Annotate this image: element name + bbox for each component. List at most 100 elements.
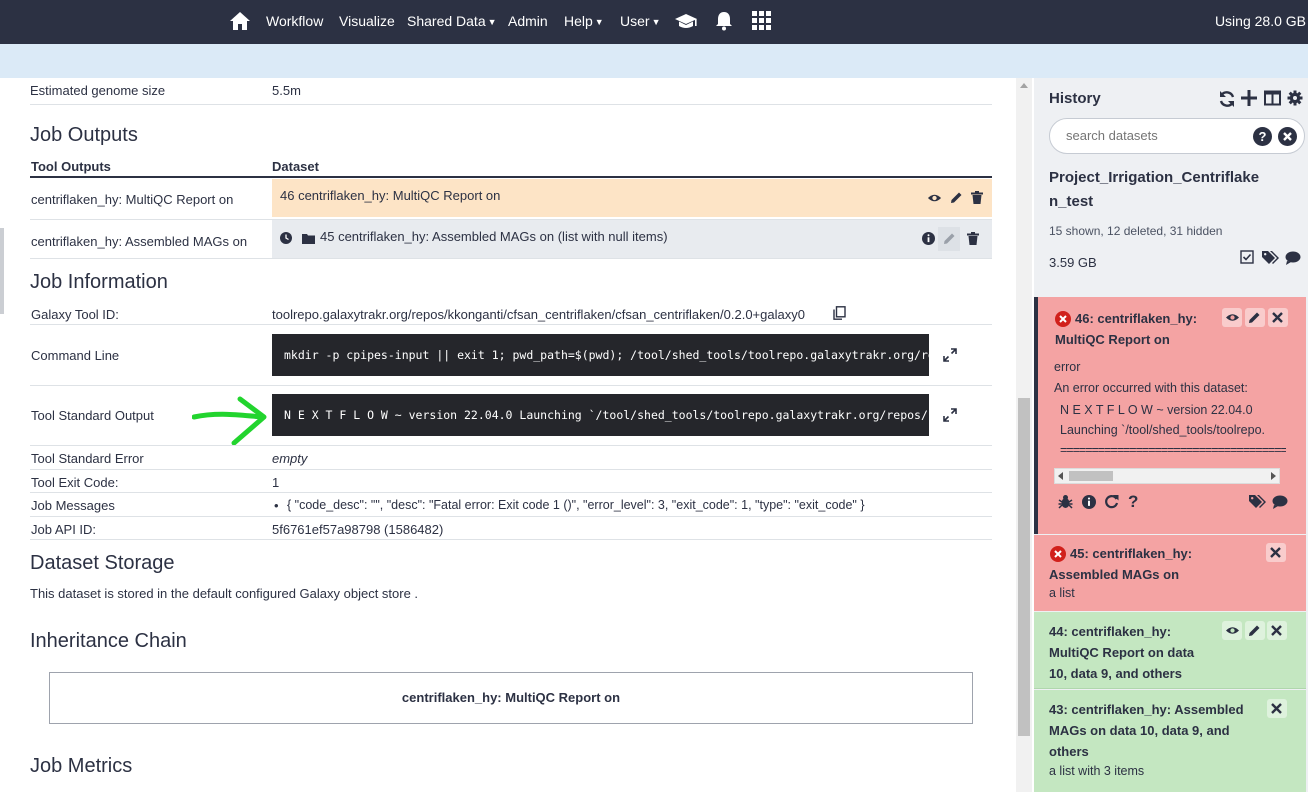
- message-bar: [0, 44, 1308, 78]
- nav-shared-data-label: Shared Data: [407, 13, 486, 29]
- peek-line: Launching `/tool/shed_tools/toolrepo.: [1060, 423, 1266, 437]
- quota-usage[interactable]: Using 28.0 GB: [1215, 0, 1306, 44]
- copy-icon[interactable]: [833, 306, 846, 325]
- svg-text:?: ?: [1259, 129, 1267, 144]
- peek-scrollbar[interactable]: [1054, 468, 1280, 484]
- dataset-subtitle: a list with 3 items: [1049, 764, 1145, 778]
- scrollbar-thumb[interactable]: [1069, 471, 1113, 481]
- pencil-icon[interactable]: [1245, 308, 1265, 327]
- home-icon[interactable]: [229, 11, 251, 36]
- history-name[interactable]: Project_Irrigation_Centriflaken_test: [1049, 166, 1264, 214]
- col-dataset: Dataset: [272, 159, 319, 174]
- graduation-cap-icon[interactable]: [674, 13, 698, 36]
- folder-icon: [302, 232, 316, 246]
- delete-icon[interactable]: [1267, 621, 1287, 640]
- divider: [30, 516, 992, 517]
- history-dataset-46[interactable]: 46: centriflaken_hy: MultiQC Report on e…: [1034, 297, 1306, 534]
- dataset-peek: N E X T F L O W ~ version 22.04.0 Launch…: [1054, 400, 1286, 484]
- job-messages-label: Job Messages: [31, 498, 115, 513]
- center-scrollbar[interactable]: [1016, 78, 1032, 792]
- output-dataset-row[interactable]: 46 centriflaken_hy: MultiQC Report on: [272, 179, 992, 217]
- bug-icon[interactable]: [1058, 494, 1073, 514]
- expand-icon[interactable]: [943, 408, 957, 422]
- history-dataset-44[interactable]: 44: centriflaken_hy: MultiQC Report on d…: [1034, 612, 1306, 689]
- nav-shared-data[interactable]: Shared Data ▼: [407, 0, 497, 44]
- left-panel-edge[interactable]: [0, 228, 4, 314]
- history-dataset-43[interactable]: 43: centriflaken_hy: Assembled MAGs on d…: [1034, 690, 1306, 792]
- nav-user[interactable]: User ▼: [620, 0, 660, 44]
- gear-icon[interactable]: [1287, 90, 1305, 108]
- tags-icon[interactable]: [1262, 250, 1282, 268]
- dataset-title[interactable]: 44: centriflaken_hy: MultiQC Report on d…: [1049, 621, 1209, 684]
- pencil-icon[interactable]: [938, 227, 960, 251]
- eye-icon[interactable]: [1222, 308, 1242, 327]
- divider: [30, 469, 992, 470]
- eye-icon[interactable]: [1222, 621, 1242, 640]
- question-icon[interactable]: ?: [1128, 492, 1138, 512]
- help-icon[interactable]: ?: [1253, 127, 1272, 151]
- clear-icon[interactable]: [1278, 127, 1297, 151]
- clock-icon: [280, 232, 294, 246]
- pencil-icon[interactable]: [950, 191, 964, 205]
- genome-size-value: 5.5m: [272, 83, 301, 98]
- dataset-title[interactable]: 46: centriflaken_hy: MultiQC Report on: [1055, 308, 1215, 350]
- trash-icon[interactable]: [967, 232, 981, 246]
- info-icon[interactable]: [922, 232, 936, 246]
- output-dataset-title[interactable]: 45 centriflaken_hy: Assembled MAGs on (l…: [320, 229, 668, 244]
- expand-icon[interactable]: [943, 348, 957, 362]
- columns-icon[interactable]: [1264, 90, 1282, 108]
- divider: [30, 324, 992, 325]
- comment-icon[interactable]: [1272, 495, 1292, 513]
- nav-visualize[interactable]: Visualize: [339, 0, 395, 44]
- delete-icon[interactable]: [1266, 543, 1286, 562]
- output-name: centriflaken_hy: MultiQC Report on: [31, 192, 234, 207]
- job-messages-value: { "code_desc": "", "desc": "Fatal error:…: [287, 498, 865, 512]
- stderr-label: Tool Standard Error: [31, 451, 144, 466]
- scrollbar-thumb[interactable]: [1018, 398, 1030, 736]
- delete-icon[interactable]: [1268, 308, 1288, 327]
- info-icon[interactable]: [1082, 495, 1096, 514]
- pencil-icon[interactable]: [1245, 621, 1265, 640]
- select-items-icon[interactable]: [1240, 250, 1260, 268]
- genome-size-label: Estimated genome size: [30, 83, 166, 98]
- comment-icon[interactable]: [1285, 251, 1305, 269]
- dataset-error-message: An error occurred with this dataset:: [1054, 381, 1248, 395]
- dataset-title[interactable]: 43: centriflaken_hy: Assembled MAGs on d…: [1049, 699, 1254, 762]
- dataset-subtitle: a list: [1049, 586, 1075, 600]
- plus-icon[interactable]: [1241, 90, 1259, 108]
- delete-icon[interactable]: [1267, 699, 1287, 718]
- inheritance-item[interactable]: centriflaken_hy: MultiQC Report on: [49, 672, 973, 724]
- eye-icon[interactable]: [927, 191, 942, 205]
- history-size[interactable]: 3.59 GB: [1049, 255, 1097, 270]
- dataset-title[interactable]: 45: centriflaken_hy: Assembled MAGs on: [1049, 543, 1249, 585]
- tool-id-value: toolrepo.galaxytrakr.org/repos/kkonganti…: [272, 307, 805, 322]
- output-dataset-row[interactable]: 45 centriflaken_hy: Assembled MAGs on (l…: [272, 220, 992, 258]
- nav-admin[interactable]: Admin: [508, 0, 548, 44]
- job-api-label: Job API ID:: [31, 522, 97, 537]
- divider: [30, 492, 992, 493]
- scroll-right-arrow[interactable]: [1271, 472, 1276, 480]
- col-tool-outputs: Tool Outputs: [31, 159, 111, 174]
- nav-help-label: Help: [564, 13, 593, 29]
- scroll-up-arrow[interactable]: [1020, 83, 1028, 88]
- rerun-icon[interactable]: [1104, 494, 1119, 514]
- scroll-left-arrow[interactable]: [1058, 472, 1063, 480]
- stdout-box[interactable]: N E X T F L O W ~ version 22.04.0 Launch…: [272, 394, 929, 436]
- nav-workflow[interactable]: Workflow: [266, 0, 323, 44]
- bell-icon[interactable]: [715, 11, 733, 36]
- output-dataset-title[interactable]: 46 centriflaken_hy: MultiQC Report on: [280, 188, 500, 203]
- dataset-storage-heading: Dataset Storage: [30, 552, 175, 574]
- history-dataset-45[interactable]: 45: centriflaken_hy: Assembled MAGs on a…: [1034, 535, 1306, 611]
- divider: [30, 445, 992, 446]
- grid-icon[interactable]: [752, 11, 771, 35]
- search-input[interactable]: [1066, 128, 1246, 143]
- search-datasets-field[interactable]: ?: [1049, 118, 1305, 154]
- trash-icon[interactable]: [971, 191, 985, 205]
- command-line-box[interactable]: mkdir -p cpipes-input || exit 1; pwd_pat…: [272, 334, 929, 376]
- nav-help[interactable]: Help ▼: [564, 0, 604, 44]
- stderr-value: empty: [272, 451, 308, 466]
- refresh-icon[interactable]: [1218, 90, 1236, 108]
- peek-line: N E X T F L O W ~ version 22.04.0: [1060, 403, 1253, 417]
- history-counts[interactable]: 15 shown, 12 deleted, 31 hidden: [1049, 224, 1222, 238]
- tags-icon[interactable]: [1249, 494, 1269, 512]
